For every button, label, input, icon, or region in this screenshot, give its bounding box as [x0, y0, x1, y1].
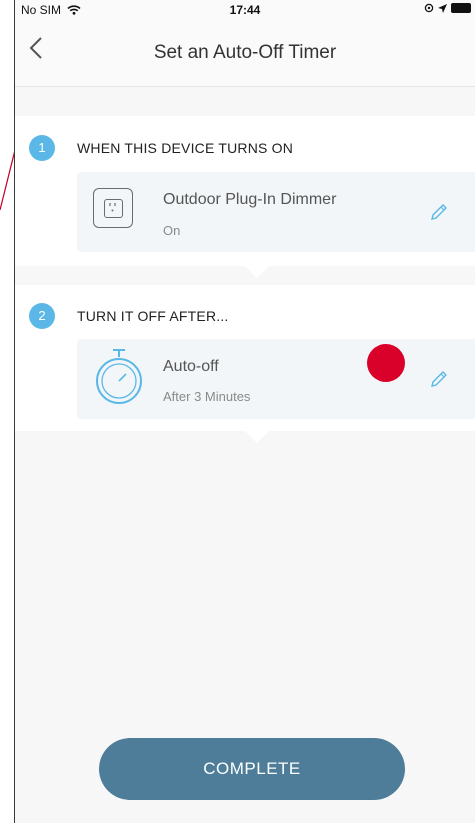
pencil-icon[interactable]: [429, 369, 449, 389]
timer-duration: After 3 Minutes: [163, 389, 251, 404]
step-1-label: WHEN THIS DEVICE TURNS ON: [77, 140, 294, 156]
lock-rotation-icon: [424, 3, 434, 13]
step-2-section: 2 TURN IT OFF AFTER... Auto-off After 3 …: [15, 285, 475, 431]
timer-card[interactable]: Auto-off After 3 Minutes: [77, 339, 475, 419]
outlet-icon: [93, 188, 133, 228]
step-1-section: 1 WHEN THIS DEVICE TURNS ON Outdoor Plug…: [15, 116, 475, 266]
step-2-badge: 2: [29, 303, 55, 329]
device-status: On: [163, 223, 181, 238]
complete-button[interactable]: COMPLETE: [99, 738, 405, 800]
status-icons: [424, 3, 471, 13]
location-icon: [438, 3, 447, 13]
tap-marker: [367, 344, 405, 382]
page-title: Set an Auto-Off Timer: [153, 42, 337, 63]
connector-arrow: [245, 431, 269, 443]
pencil-icon[interactable]: [429, 202, 449, 222]
connector-arrow: [245, 266, 269, 278]
status-bar: No SIM 17:44: [15, 0, 475, 22]
step-2-label: TURN IT OFF AFTER...: [77, 308, 229, 324]
stopwatch-icon: [96, 349, 142, 404]
device-card[interactable]: Outdoor Plug-In Dimmer On: [77, 172, 475, 252]
nav-bar: Set an Auto-Off Timer: [15, 22, 475, 87]
timer-name: Auto-off: [163, 358, 219, 375]
phone-screen: No SIM 17:44 Set an Auto-Off Timer 1 WHE…: [14, 0, 475, 823]
battery-icon: [451, 3, 471, 13]
device-name: Outdoor Plug-In Dimmer: [163, 191, 337, 208]
clock: 17:44: [229, 3, 261, 17]
step-1-badge: 1: [29, 135, 55, 161]
